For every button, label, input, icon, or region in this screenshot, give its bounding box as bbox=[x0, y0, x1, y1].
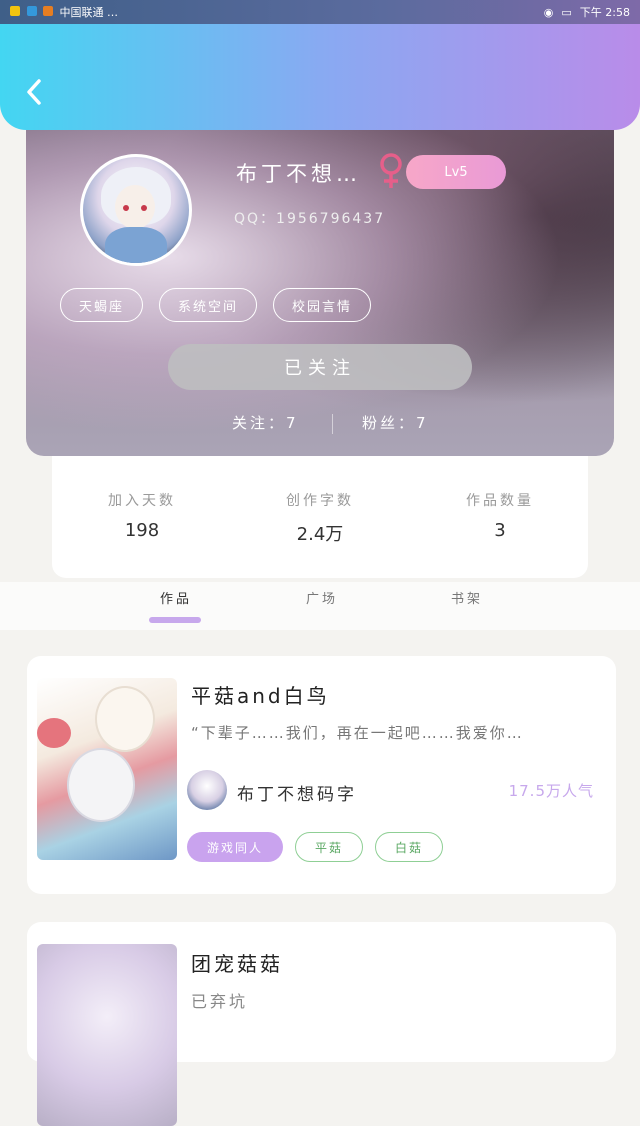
work-cover[interactable] bbox=[37, 678, 177, 860]
divider bbox=[332, 414, 333, 434]
author-avatar[interactable] bbox=[187, 770, 227, 810]
active-tab-indicator bbox=[149, 617, 201, 623]
popularity: 17.5万人气 bbox=[508, 782, 594, 800]
fans-count[interactable]: 粉丝：7 bbox=[362, 412, 429, 433]
follow-button[interactable]: 已关注 bbox=[168, 344, 472, 390]
work-title[interactable]: 平菇and白鸟 bbox=[191, 680, 330, 709]
work-status: 已弃坑 bbox=[191, 992, 249, 1011]
status-carrier: 中国联通 … bbox=[59, 6, 119, 19]
tab-works[interactable]: 作品 bbox=[160, 588, 192, 607]
work-cover[interactable] bbox=[37, 944, 177, 1126]
status-time: 下午 2:58 bbox=[579, 6, 630, 19]
work-tag[interactable]: 游戏同人 bbox=[187, 832, 283, 862]
app-icon bbox=[43, 6, 53, 16]
follow-counts: 关注：7 粉丝：7 bbox=[26, 412, 614, 436]
top-header bbox=[0, 24, 640, 130]
stats-panel: 加入天数 198 创作字数 2.4万 作品数量 3 bbox=[52, 456, 588, 578]
level-badge: Lv5 bbox=[406, 155, 506, 189]
stat-value: 198 bbox=[124, 520, 160, 541]
work-card[interactable]: 团宠菇菇 已弃坑 bbox=[27, 922, 616, 1126]
profile-tag[interactable]: 系统空间 bbox=[159, 288, 258, 322]
following-count[interactable]: 关注：7 bbox=[232, 412, 299, 433]
profile-tags: 天蝎座 系统空间 校园言情 bbox=[60, 288, 372, 322]
status-bar: 中国联通 … ◉ ▭ 下午 2:58 bbox=[0, 0, 640, 24]
work-title[interactable]: 团宠菇菇 bbox=[191, 948, 283, 977]
stat-word-count: 创作字数 2.4万 bbox=[250, 490, 390, 546]
status-left: 中国联通 … bbox=[10, 4, 118, 20]
app-icon bbox=[10, 6, 20, 16]
user-name: 布丁不想… bbox=[236, 162, 361, 186]
stat-value: 3 bbox=[494, 520, 506, 541]
qq-number: QQ：1956796437 bbox=[234, 211, 386, 227]
battery-icon: ▭ bbox=[561, 5, 572, 19]
stat-join-days: 加入天数 198 bbox=[72, 490, 212, 541]
tab-bar: 作品 广场 书架 bbox=[0, 582, 640, 630]
stat-label: 加入天数 bbox=[108, 493, 176, 509]
eye-icon: ◉ bbox=[543, 5, 554, 19]
chevron-left-icon[interactable] bbox=[18, 76, 50, 108]
author-name[interactable]: 布丁不想码字 bbox=[237, 780, 357, 805]
app-icon bbox=[26, 6, 37, 16]
profile-card: 布丁不想… Lv5 QQ：1956796437 天蝎座 系统空间 校园言情 已关… bbox=[26, 112, 614, 456]
work-excerpt: “下辈子……我们，再在一起吧……我爱你… bbox=[191, 724, 524, 742]
avatar[interactable] bbox=[80, 154, 192, 266]
stat-label: 创作字数 bbox=[286, 493, 354, 509]
tab-plaza[interactable]: 广场 bbox=[306, 588, 338, 607]
stat-label: 作品数量 bbox=[466, 493, 534, 509]
profile-tag[interactable]: 校园言情 bbox=[273, 288, 372, 322]
status-right: ◉ ▭ 下午 2:58 bbox=[544, 4, 630, 20]
work-card[interactable]: 平菇and白鸟 “下辈子……我们，再在一起吧……我爱你… 布丁不想码字 17.5… bbox=[27, 656, 616, 894]
stat-value: 2.4万 bbox=[296, 524, 344, 545]
stat-works-count: 作品数量 3 bbox=[430, 490, 570, 541]
work-tag[interactable]: 白菇 bbox=[375, 832, 443, 862]
profile-tag[interactable]: 天蝎座 bbox=[60, 288, 144, 322]
female-icon bbox=[376, 152, 406, 190]
work-tag[interactable]: 平菇 bbox=[295, 832, 363, 862]
tab-bookshelf[interactable]: 书架 bbox=[451, 588, 483, 607]
